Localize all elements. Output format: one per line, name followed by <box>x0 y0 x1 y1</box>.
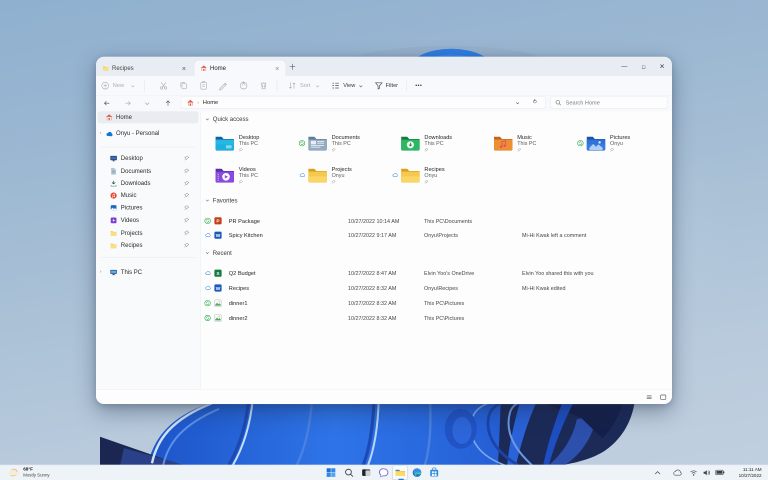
svg-text:W: W <box>216 233 221 239</box>
svg-text:W: W <box>216 286 221 292</box>
